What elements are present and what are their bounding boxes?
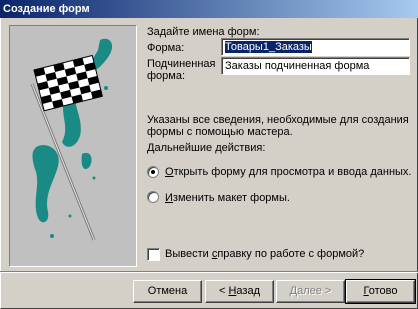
open-form-radio[interactable] [147, 166, 159, 178]
next-button-mnemonic: Д [289, 285, 298, 297]
form-name-value: Товары1_Заказы [225, 41, 312, 53]
form-names-heading: Задайте имена форм: [147, 26, 260, 38]
help-checkbox[interactable] [147, 248, 160, 261]
subform-name-input[interactable]: Заказы подчиненная форма [221, 57, 410, 75]
back-button[interactable]: < Назад [205, 280, 274, 303]
edit-layout-option-label[interactable]: Изменить макет формы. [165, 192, 290, 204]
form-name-label: Форма: [147, 42, 185, 54]
help-checkbox-label[interactable]: Вывести справку по работе с формой? [165, 248, 364, 260]
form-name-input[interactable]: Товары1_Заказы [221, 38, 410, 56]
next-button[interactable]: Далее > [276, 280, 345, 303]
open-form-label-text: ткрыть форму для просмотра и ввода данны… [173, 166, 412, 178]
finish-button[interactable]: Готово [345, 279, 416, 304]
info-text-line1: Указаны все сведения, необходимые для со… [147, 114, 409, 126]
open-form-option-label[interactable]: Открыть форму для просмотра и ввода данн… [165, 166, 411, 178]
radio-selected-dot [151, 170, 155, 174]
edit-layout-mnemonic: И [165, 192, 173, 204]
window-title: Создание форм [3, 3, 90, 15]
next-actions-label: Дальнейшие действия: [147, 142, 266, 154]
help-label-rest: правку по работе с формой? [217, 248, 365, 260]
edit-layout-label-text: зменить макет формы. [172, 192, 290, 204]
subform-label-line2: форма: [147, 70, 186, 82]
subform-name-value: Заказы подчиненная форма [225, 60, 370, 72]
edit-layout-radio[interactable] [147, 191, 159, 203]
help-label-pre: Вывести [165, 248, 212, 260]
info-text-line2: формы с помощью мастера. [147, 126, 293, 138]
button-separator [0, 271, 418, 273]
subform-label-line1: Подчиненная [147, 58, 216, 70]
checkered-flag-icon [30, 38, 113, 241]
next-button-label: алее > [297, 285, 332, 297]
window-title-bar[interactable]: Создание форм [0, 0, 418, 18]
wizard-picture-panel [9, 25, 137, 267]
open-form-mnemonic: О [165, 166, 174, 178]
cancel-button[interactable]: Отмена [133, 280, 202, 303]
finish-button-label: отово [368, 285, 398, 297]
back-button-label: азад [236, 285, 260, 297]
cancel-button-label: Отмена [147, 285, 188, 297]
